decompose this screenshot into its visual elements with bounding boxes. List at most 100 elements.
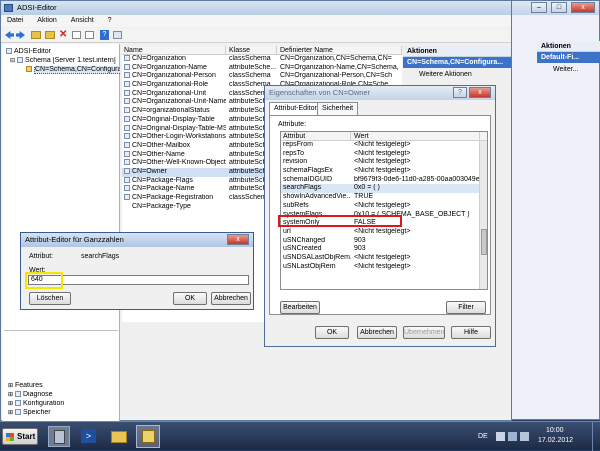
close-icon[interactable]: x: [227, 234, 249, 245]
cell-attribut: uSNLastObjRem: [283, 262, 336, 270]
integer-editor-dialog: Attribut-Editor für Ganzzahlen x Attribu…: [20, 232, 254, 310]
edit-button[interactable]: Bearbeiten: [280, 301, 320, 314]
actions-selected[interactable]: CN=Schema,CN=Configura...: [403, 57, 511, 68]
cell-wert: <Nicht festgelegt>: [354, 167, 411, 175]
back-arrow-icon[interactable]: [5, 31, 14, 39]
table-row[interactable]: uSNCreated 903: [281, 245, 487, 254]
table-row[interactable]: repsTo <Nicht festgelegt>: [281, 150, 487, 159]
server-manager-icon: [54, 430, 65, 444]
clock-date[interactable]: 17.02.2012: [538, 437, 573, 444]
tree-item-label: CN=Schema,CN=Configura: [34, 66, 120, 74]
clock-time[interactable]: 10:00: [546, 427, 564, 434]
table-row[interactable]: revision <Nicht festgelegt>: [281, 158, 487, 167]
expand-icon[interactable]: ⊞: [8, 410, 13, 416]
col-name[interactable]: Name: [122, 46, 226, 55]
back-actions-more[interactable]: Weiter...: [537, 63, 600, 75]
actions-more[interactable]: Weitere Aktionen: [403, 68, 511, 80]
object-icon: [124, 98, 130, 105]
folder-icon[interactable]: [45, 31, 55, 39]
expand-icon[interactable]: ⊞: [8, 392, 13, 398]
table-row[interactable]: url <Nicht festgelegt>: [281, 228, 487, 237]
col-wert[interactable]: Wert: [352, 132, 480, 141]
tree-item-adsi[interactable]: ADSI-Editor: [2, 48, 51, 57]
properties-icon[interactable]: [113, 31, 122, 39]
menu-aktion[interactable]: Aktion: [31, 15, 62, 26]
taskbar-server-manager[interactable]: [48, 426, 70, 447]
tray-flag-icon[interactable]: [496, 432, 505, 441]
table-row[interactable]: schemaIDGUID bf9679f3-0de6-11d0-a285-00aa…: [281, 176, 487, 185]
table-row[interactable]: uSNLastObjRem <Nicht festgelegt>: [281, 263, 487, 272]
taskbar-adsi[interactable]: [136, 425, 160, 448]
scrollbar-thumb[interactable]: [481, 229, 487, 255]
menubar: Datei Aktion Ansicht ?: [1, 15, 511, 27]
cell-name: CN=organizationalStatus: [122, 107, 226, 116]
cell-wert: <Nicht festgelegt>: [354, 262, 411, 270]
cancel-button[interactable]: Abbrechen: [211, 292, 251, 305]
tree-item-konfiguration[interactable]: ⊞ Konfiguration: [8, 400, 64, 409]
start-button[interactable]: Start: [2, 428, 38, 445]
up-folder-icon[interactable]: [31, 31, 41, 39]
forward-arrow-icon[interactable]: [16, 31, 25, 39]
tree-item-diagnose[interactable]: ⊞ Diagnose: [8, 391, 53, 400]
table-row[interactable]: uSNDSALastObjRem... <Nicht festgelegt>: [281, 254, 487, 263]
table-row[interactable]: CN=Organizational-Person classSchema CN=Or…: [122, 72, 402, 81]
help-button[interactable]: Hilfe: [451, 326, 491, 339]
cell-name-text: CN=organizationalStatus: [132, 107, 210, 115]
ok-button[interactable]: OK: [173, 292, 207, 305]
tree-item-speicher[interactable]: ⊞ Speicher: [8, 409, 51, 418]
folder-tree-icon: [26, 66, 32, 72]
cell-attribut: schemaFlagsEx: [283, 167, 333, 175]
ok-button[interactable]: OK: [315, 326, 349, 339]
cell-name-text: CN=Original-Display-Table-MS...: [132, 124, 226, 132]
taskbar: Start > DE 10:00 17.02.2012: [0, 421, 600, 451]
apply-button[interactable]: Übernehmen: [403, 326, 445, 339]
attribute-scrollbar[interactable]: [479, 141, 487, 289]
col-dn[interactable]: Definierter Name: [278, 46, 402, 55]
table-row[interactable]: schemaFlagsEx <Nicht festgelegt>: [281, 167, 487, 176]
maximize-icon[interactable]: □: [551, 2, 567, 13]
table-row[interactable]: searchFlags 0x0 = ( ): [281, 184, 487, 194]
table-row[interactable]: subRefs <Nicht festgelegt>: [281, 202, 487, 211]
filter-button[interactable]: Filter: [446, 301, 486, 314]
tab-attribut-editor[interactable]: Attribut-Editor: [269, 102, 322, 116]
refresh-icon[interactable]: [72, 31, 81, 39]
delete-icon[interactable]: ✕: [59, 29, 67, 40]
tree-item-cn-schema[interactable]: CN=Schema,CN=Configura: [2, 66, 120, 75]
minimize-icon[interactable]: –: [531, 2, 547, 13]
table-row[interactable]: uSNChanged 903: [281, 237, 487, 246]
help-icon[interactable]: ?: [100, 30, 109, 40]
taskbar-explorer[interactable]: [108, 426, 130, 447]
tree-item-schema[interactable]: ⊟ Schema [Server 1.test.intern]: [2, 57, 116, 66]
close-icon[interactable]: x: [469, 87, 491, 98]
expand-icon[interactable]: ⊞: [8, 401, 13, 407]
col-attribut[interactable]: Attribut: [281, 132, 351, 141]
back-actions-selected[interactable]: Default-Fi...: [537, 52, 600, 63]
collapse-icon[interactable]: ⊟: [10, 58, 15, 64]
tab-sicherheit[interactable]: Sicherheit: [317, 102, 359, 115]
cell-name-text: CN=Other-Well-Known-Objects: [132, 159, 226, 167]
menu-ansicht[interactable]: Ansicht: [65, 15, 100, 26]
export-icon[interactable]: [85, 31, 94, 39]
tray-network-icon[interactable]: [508, 432, 517, 441]
col-klasse[interactable]: Klasse: [227, 46, 277, 55]
tray-volume-icon[interactable]: [520, 432, 529, 441]
help-icon[interactable]: ?: [453, 87, 467, 98]
close-icon[interactable]: x: [571, 2, 595, 13]
show-desktop-button[interactable]: [592, 422, 600, 451]
tree-item-features[interactable]: ⊞ Features: [8, 382, 43, 391]
cell-dn: CN=Organization-Name,CN=Schema,: [280, 63, 399, 71]
cell-wert: <Nicht festgelegt>: [354, 253, 411, 261]
table-row[interactable]: CN=Organization classSchema CN=Organizatio…: [122, 55, 402, 64]
cell-name-text: CN=Organizational-Unit: [132, 89, 207, 97]
cancel-button[interactable]: Abbrechen: [357, 326, 397, 339]
table-row[interactable]: CN=Organization-Name attributeSche... CN=O…: [122, 63, 402, 73]
menu-datei[interactable]: Datei: [1, 15, 29, 26]
table-row[interactable]: repsFrom <Nicht festgelegt>: [281, 141, 487, 150]
expand-icon[interactable]: ⊞: [8, 383, 13, 389]
table-row[interactable]: showInAdvancedVie... TRUE: [281, 193, 487, 202]
taskbar-powershell[interactable]: >: [78, 426, 100, 447]
clear-button[interactable]: Löschen: [29, 292, 71, 305]
language-indicator[interactable]: DE: [478, 433, 488, 440]
menu-help[interactable]: ?: [102, 15, 118, 26]
cell-name: CN=Package-Registration: [122, 194, 226, 203]
